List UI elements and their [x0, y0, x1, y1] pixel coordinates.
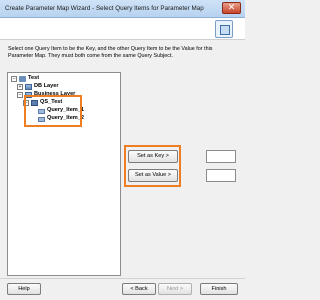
set-as-value-button[interactable]: Set as Value > [128, 169, 178, 182]
set-as-key-button[interactable]: Set as Key > [128, 150, 178, 163]
collapse-toggle-business-layer[interactable]: − [17, 92, 23, 98]
key-field[interactable] [206, 150, 236, 163]
tree-node-db-layer[interactable]: DB Layer [34, 83, 59, 90]
tree-node-test[interactable]: Test [28, 75, 39, 82]
title-bar: Create Parameter Map Wizard - Select Que… [0, 0, 245, 18]
value-field[interactable] [206, 169, 236, 182]
help-button[interactable]: Help [7, 283, 41, 295]
instructions-text: Select one Query Item to be the Key, and… [8, 46, 213, 59]
query-items-tree[interactable]: − Test + DB Layer − Business Layer − QS_… [7, 72, 121, 276]
query-item-icon [38, 117, 45, 122]
footer-divider [0, 278, 245, 279]
wizard-banner [0, 18, 245, 40]
window-title: Create Parameter Map Wizard - Select Que… [5, 5, 204, 12]
query-subject-icon [31, 100, 38, 106]
tree-node-business-layer[interactable]: Business Layer [34, 91, 75, 98]
tree-node-query-item-1[interactable]: Query_Item_1 [47, 107, 84, 114]
tree-node-qs-test[interactable]: QS_Test [40, 99, 62, 106]
collapse-toggle-test[interactable]: − [11, 76, 17, 82]
back-button[interactable]: < Back [122, 283, 156, 295]
finish-button[interactable]: Finish [200, 283, 238, 295]
expand-toggle-db-layer[interactable]: + [17, 84, 23, 90]
next-button[interactable]: Next > [158, 283, 192, 295]
collapse-toggle-qs-test[interactable]: − [23, 100, 29, 106]
close-icon: ✕ [227, 3, 236, 13]
layer-icon [25, 84, 32, 90]
query-item-icon [38, 109, 45, 114]
wizard-icon [215, 20, 233, 38]
layer-icon [25, 92, 32, 98]
database-icon [19, 76, 26, 82]
close-button[interactable]: ✕ [222, 2, 241, 14]
tree-node-query-item-2[interactable]: Query_Item_2 [47, 115, 84, 122]
